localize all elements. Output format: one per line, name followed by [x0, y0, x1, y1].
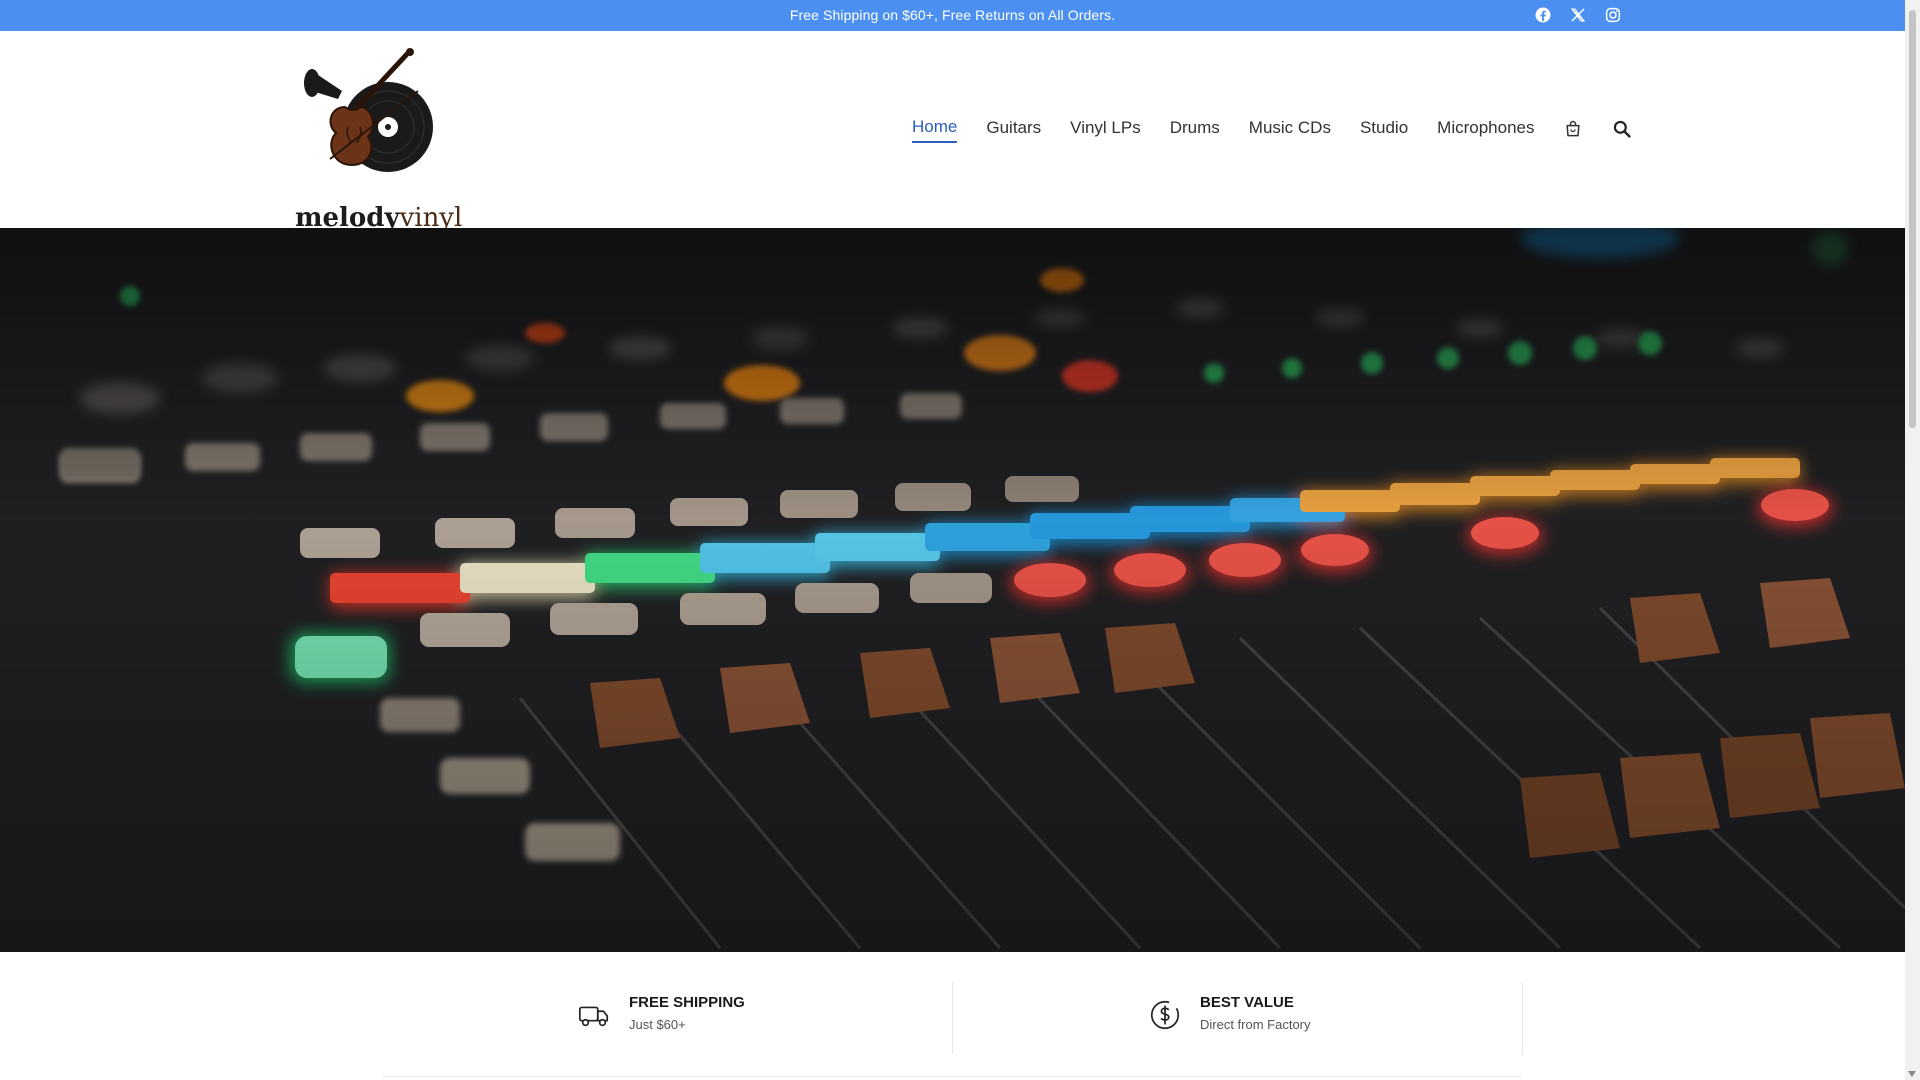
nav-item-music-cds[interactable]: Music CDs	[1249, 118, 1331, 142]
nav-item-guitars[interactable]: Guitars	[986, 118, 1041, 142]
feature-divider	[952, 982, 953, 1054]
nav-item-microphones[interactable]: Microphones	[1437, 118, 1534, 142]
feature-best-value: BEST VALUE Direct from Factory	[1148, 990, 1311, 1034]
feature-subtitle: Direct from Factory	[1200, 1017, 1311, 1032]
brand-logo[interactable]: melodyvinyl	[290, 47, 462, 233]
feature-title: FREE SHIPPING	[629, 994, 745, 1011]
scroll-down-arrow-icon[interactable]	[1908, 1071, 1916, 1077]
feature-subtitle: Just $60+	[629, 1017, 686, 1032]
feature-free-shipping: FREE SHIPPING Just $60+	[577, 990, 745, 1034]
hero-banner-image	[0, 228, 1905, 952]
site-header: melodyvinyl Home Guitars Vinyl LPs Drums…	[0, 31, 1905, 233]
logo-violin-vinyl-icon	[304, 48, 433, 172]
features-strip: FREE SHIPPING Just $60+ BEST VALUE Direc…	[0, 952, 1905, 1080]
social-links	[1534, 6, 1622, 24]
dollar-circle-icon	[1148, 998, 1184, 1034]
feature-divider	[1522, 982, 1523, 1054]
x-icon[interactable]	[1569, 6, 1587, 24]
nav-item-studio[interactable]: Studio	[1360, 118, 1408, 142]
scrollbar-thumb[interactable]	[1909, 10, 1916, 428]
announcement-bar: Free Shipping on $60+, Free Returns on A…	[0, 0, 1905, 31]
cart-icon[interactable]	[1563, 119, 1585, 141]
facebook-icon[interactable]	[1534, 6, 1552, 24]
main-nav: Home Guitars Vinyl LPs Drums Music CDs S…	[912, 117, 1661, 143]
nav-item-vinyl-lps[interactable]: Vinyl LPs	[1070, 118, 1141, 142]
truck-icon	[577, 998, 613, 1034]
nav-item-drums[interactable]: Drums	[1170, 118, 1220, 142]
search-icon[interactable]	[1612, 119, 1634, 141]
nav-item-home[interactable]: Home	[912, 117, 958, 143]
feature-title: BEST VALUE	[1200, 994, 1294, 1011]
page-scrollbar[interactable]	[1905, 0, 1920, 1080]
section-divider	[382, 1076, 1522, 1077]
instagram-icon[interactable]	[1604, 6, 1622, 24]
